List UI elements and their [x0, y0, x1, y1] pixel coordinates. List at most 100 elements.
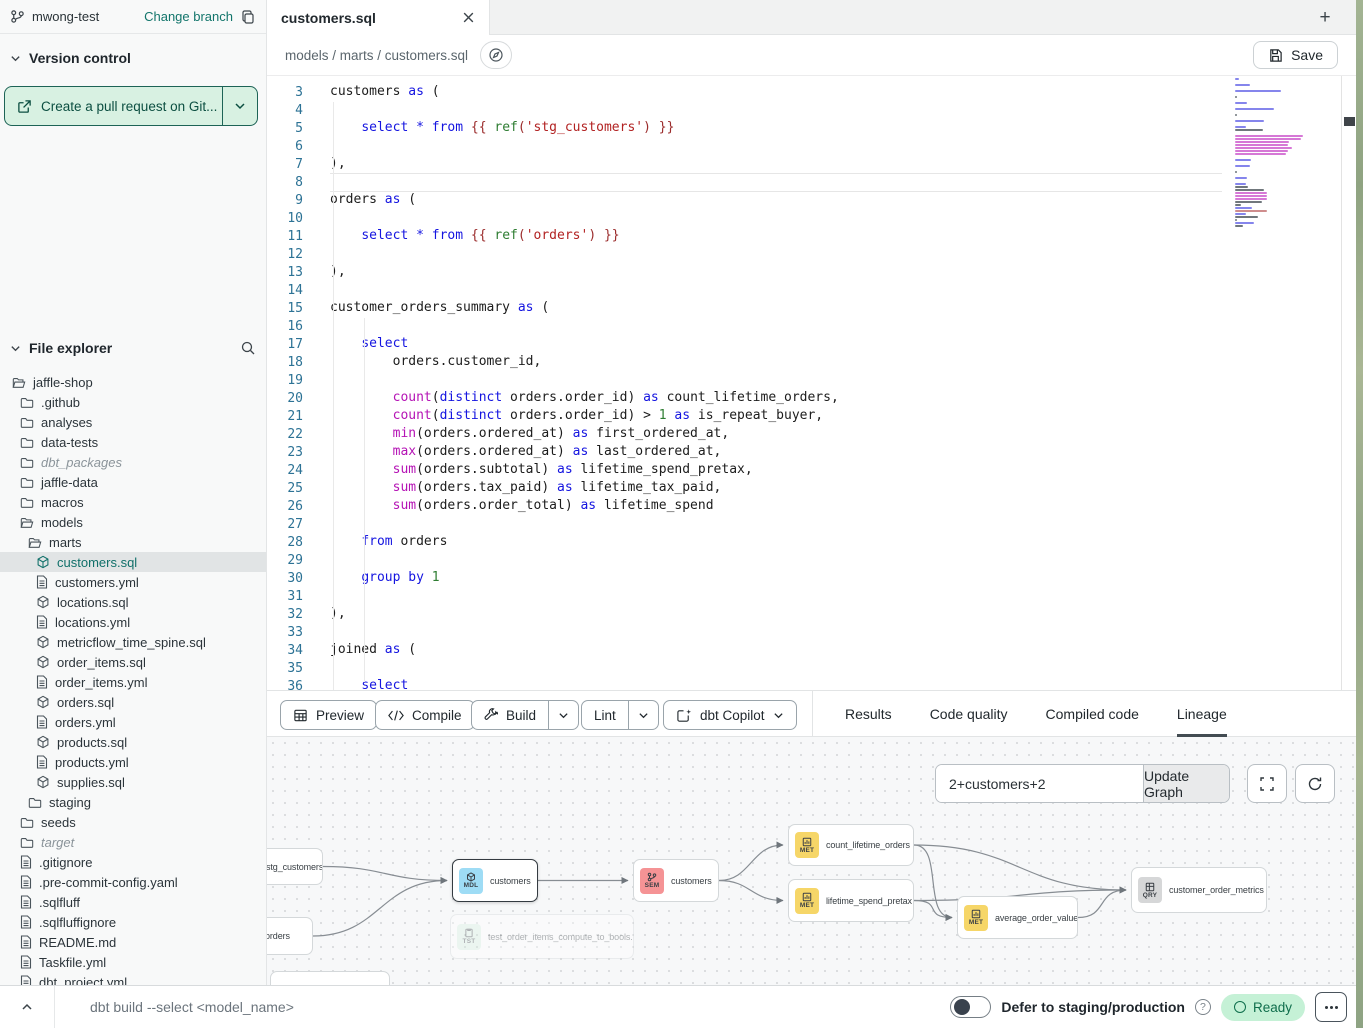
code-line-28[interactable]: from orders	[330, 534, 447, 552]
code-line-9[interactable]: orders as (	[330, 192, 416, 210]
editor-scrollbar[interactable]	[1341, 76, 1356, 690]
code-line-22[interactable]: min(orders.ordered_at) as first_ordered_…	[330, 426, 729, 444]
tree-item-jaffle-data[interactable]: jaffle-data	[0, 472, 266, 492]
save-button[interactable]: Save	[1253, 41, 1338, 69]
tree-item-order-items-sql[interactable]: order_items.sql	[0, 652, 266, 672]
line-number: 5	[267, 120, 303, 138]
tab-lineage[interactable]: Lineage	[1177, 690, 1227, 737]
tree-item-orders-sql[interactable]: orders.sql	[0, 692, 266, 712]
help-icon[interactable]: ?	[1195, 999, 1211, 1015]
fullscreen-button[interactable]	[1247, 764, 1287, 803]
tab-customers-sql[interactable]: customers.sql	[267, 0, 490, 35]
ready-label: Ready	[1253, 1000, 1292, 1015]
lineage-node-stg_customers[interactable]: MDLstg_customers	[267, 848, 323, 885]
close-icon[interactable]	[462, 11, 475, 24]
lineage-selector-input[interactable]	[936, 765, 1143, 802]
compile-button[interactable]: Compile	[375, 700, 475, 730]
dbt-copilot-button[interactable]: dbt Copilot	[663, 700, 797, 730]
command-input[interactable]: dbt build --select <model_name>	[90, 999, 294, 1015]
refresh-button[interactable]	[1295, 764, 1335, 803]
tree-item-target[interactable]: target	[0, 832, 266, 852]
tree-item-models[interactable]: models	[0, 512, 266, 532]
compass-icon[interactable]	[480, 41, 512, 69]
tree-item-analyses[interactable]: analyses	[0, 412, 266, 432]
build-button[interactable]: Build	[471, 700, 579, 730]
code-line-11[interactable]: select * from {{ ref('orders') }}	[330, 228, 620, 246]
tree-item--pre-commit-config-yaml[interactable]: .pre-commit-config.yaml	[0, 872, 266, 892]
tree-item-customers-yml[interactable]: customers.yml	[0, 572, 266, 592]
code-editor[interactable]: 3456789101112131415161718192021222324252…	[267, 76, 1356, 690]
code-line-20[interactable]: count(distinct orders.order_id) as count…	[330, 390, 839, 408]
file-explorer-header[interactable]: File explorer	[0, 336, 266, 360]
tree-item-locations-yml[interactable]: locations.yml	[0, 612, 266, 632]
update-graph-button[interactable]: Update Graph	[1143, 765, 1229, 802]
tree-item--gitignore[interactable]: .gitignore	[0, 852, 266, 872]
lineage-node-partial_node[interactable]	[270, 971, 390, 985]
code-line-30[interactable]: group by 1	[330, 570, 440, 588]
tab-code-quality[interactable]: Code quality	[930, 690, 1008, 737]
lineage-canvas[interactable]: MDLstg_customers MDLorders MDLcustomers TST…	[267, 737, 1356, 985]
lineage-node-orders[interactable]: MDLorders	[267, 917, 313, 955]
build-dropdown-caret[interactable]	[549, 701, 578, 729]
scrollbar-thumb[interactable]	[1344, 117, 1355, 126]
code-line-25[interactable]: sum(orders.tax_paid) as lifetime_tax_pai…	[330, 480, 721, 498]
tree-item-orders-yml[interactable]: orders.yml	[0, 712, 266, 732]
tree-item-marts[interactable]: marts	[0, 532, 266, 552]
save-icon	[1268, 48, 1283, 63]
code-line-21[interactable]: count(distinct orders.order_id) > 1 as i…	[330, 408, 823, 426]
tree-item-products-sql[interactable]: products.sql	[0, 732, 266, 752]
lint-dropdown-caret[interactable]	[629, 701, 658, 729]
code-line-34[interactable]: joined as (	[330, 642, 416, 660]
lineage-node-average_order_value[interactable]: METaverage_order_value	[957, 896, 1078, 939]
tree-item-products-yml[interactable]: products.yml	[0, 752, 266, 772]
preview-button[interactable]: Preview	[280, 700, 377, 730]
tree-item-order-items-yml[interactable]: order_items.yml	[0, 672, 266, 692]
tree-item--github[interactable]: .github	[0, 392, 266, 412]
code-line-36[interactable]: select	[330, 678, 408, 690]
tree-item--sqlfluffignore[interactable]: .sqlfluffignore	[0, 912, 266, 932]
tree-item-macros[interactable]: macros	[0, 492, 266, 512]
code-line-17[interactable]: select	[330, 336, 408, 354]
code-line-3[interactable]: customers as (	[330, 84, 440, 102]
lineage-node-customer_order_metrics[interactable]: QRYcustomer_order_metrics	[1131, 867, 1267, 913]
tree-item-staging[interactable]: staging	[0, 792, 266, 812]
code-line-15[interactable]: customer_orders_summary as (	[330, 300, 549, 318]
tree-item-readme-md[interactable]: README.md	[0, 932, 266, 952]
more-options-button[interactable]	[1315, 992, 1347, 1022]
code-line-18[interactable]: orders.customer_id,	[330, 354, 541, 372]
lineage-node-customers_mdl[interactable]: MDLcustomers	[452, 859, 538, 902]
search-icon[interactable]	[240, 340, 256, 356]
tree-item-customers-sql[interactable]: customers.sql	[0, 552, 266, 572]
tree-item-dbt-project-yml[interactable]: dbt_project.yml	[0, 972, 266, 985]
tree-item-supplies-sql[interactable]: supplies.sql	[0, 772, 266, 792]
collapse-panel-button[interactable]	[0, 986, 55, 1028]
tab-compiled-code[interactable]: Compiled code	[1046, 690, 1139, 737]
version-control-header[interactable]: Version control	[0, 44, 266, 72]
current-line-highlight	[330, 173, 1222, 192]
change-branch-link[interactable]: Change branch	[144, 9, 233, 24]
code-line-23[interactable]: max(orders.ordered_at) as last_ordered_a…	[330, 444, 721, 462]
code-line-24[interactable]: sum(orders.subtotal) as lifetime_spend_p…	[330, 462, 753, 480]
tree-item-metricflow-time-spine-sql[interactable]: metricflow_time_spine.sql	[0, 632, 266, 652]
copy-icon[interactable]	[240, 9, 256, 25]
lineage-node-customers_sem[interactable]: SEMcustomers	[633, 859, 719, 902]
defer-toggle[interactable]	[950, 996, 991, 1018]
tree-item-data-tests[interactable]: data-tests	[0, 432, 266, 452]
new-tab-button[interactable]: +	[1312, 5, 1338, 31]
tree-item-locations-sql[interactable]: locations.sql	[0, 592, 266, 612]
pr-dropdown-caret[interactable]	[223, 87, 257, 125]
tree-item--sqlfluff[interactable]: .sqlfluff	[0, 892, 266, 912]
code-line-5[interactable]: select * from {{ ref('stg_customers') }}	[330, 120, 674, 138]
lineage-node-count_lifetime_orders[interactable]: METcount_lifetime_orders	[788, 824, 914, 866]
minimap[interactable]	[1232, 76, 1312, 196]
lint-button[interactable]: Lint	[581, 700, 659, 730]
tree-item-jaffle-shop[interactable]: jaffle-shop	[0, 372, 266, 392]
code-line-26[interactable]: sum(orders.order_total) as lifetime_spen…	[330, 498, 714, 516]
tree-item-taskfile-yml[interactable]: Taskfile.yml	[0, 952, 266, 972]
tab-results[interactable]: Results	[845, 690, 892, 737]
lineage-node-test_node[interactable]: TSTtest_order_items_compute_to_bools...	[450, 914, 634, 959]
tree-item-dbt-packages[interactable]: dbt_packages	[0, 452, 266, 472]
create-pr-button[interactable]: Create a pull request on Git...	[4, 86, 258, 126]
tree-item-seeds[interactable]: seeds	[0, 812, 266, 832]
lineage-node-lifetime_spend_pretax[interactable]: METlifetime_spend_pretax	[788, 879, 914, 922]
